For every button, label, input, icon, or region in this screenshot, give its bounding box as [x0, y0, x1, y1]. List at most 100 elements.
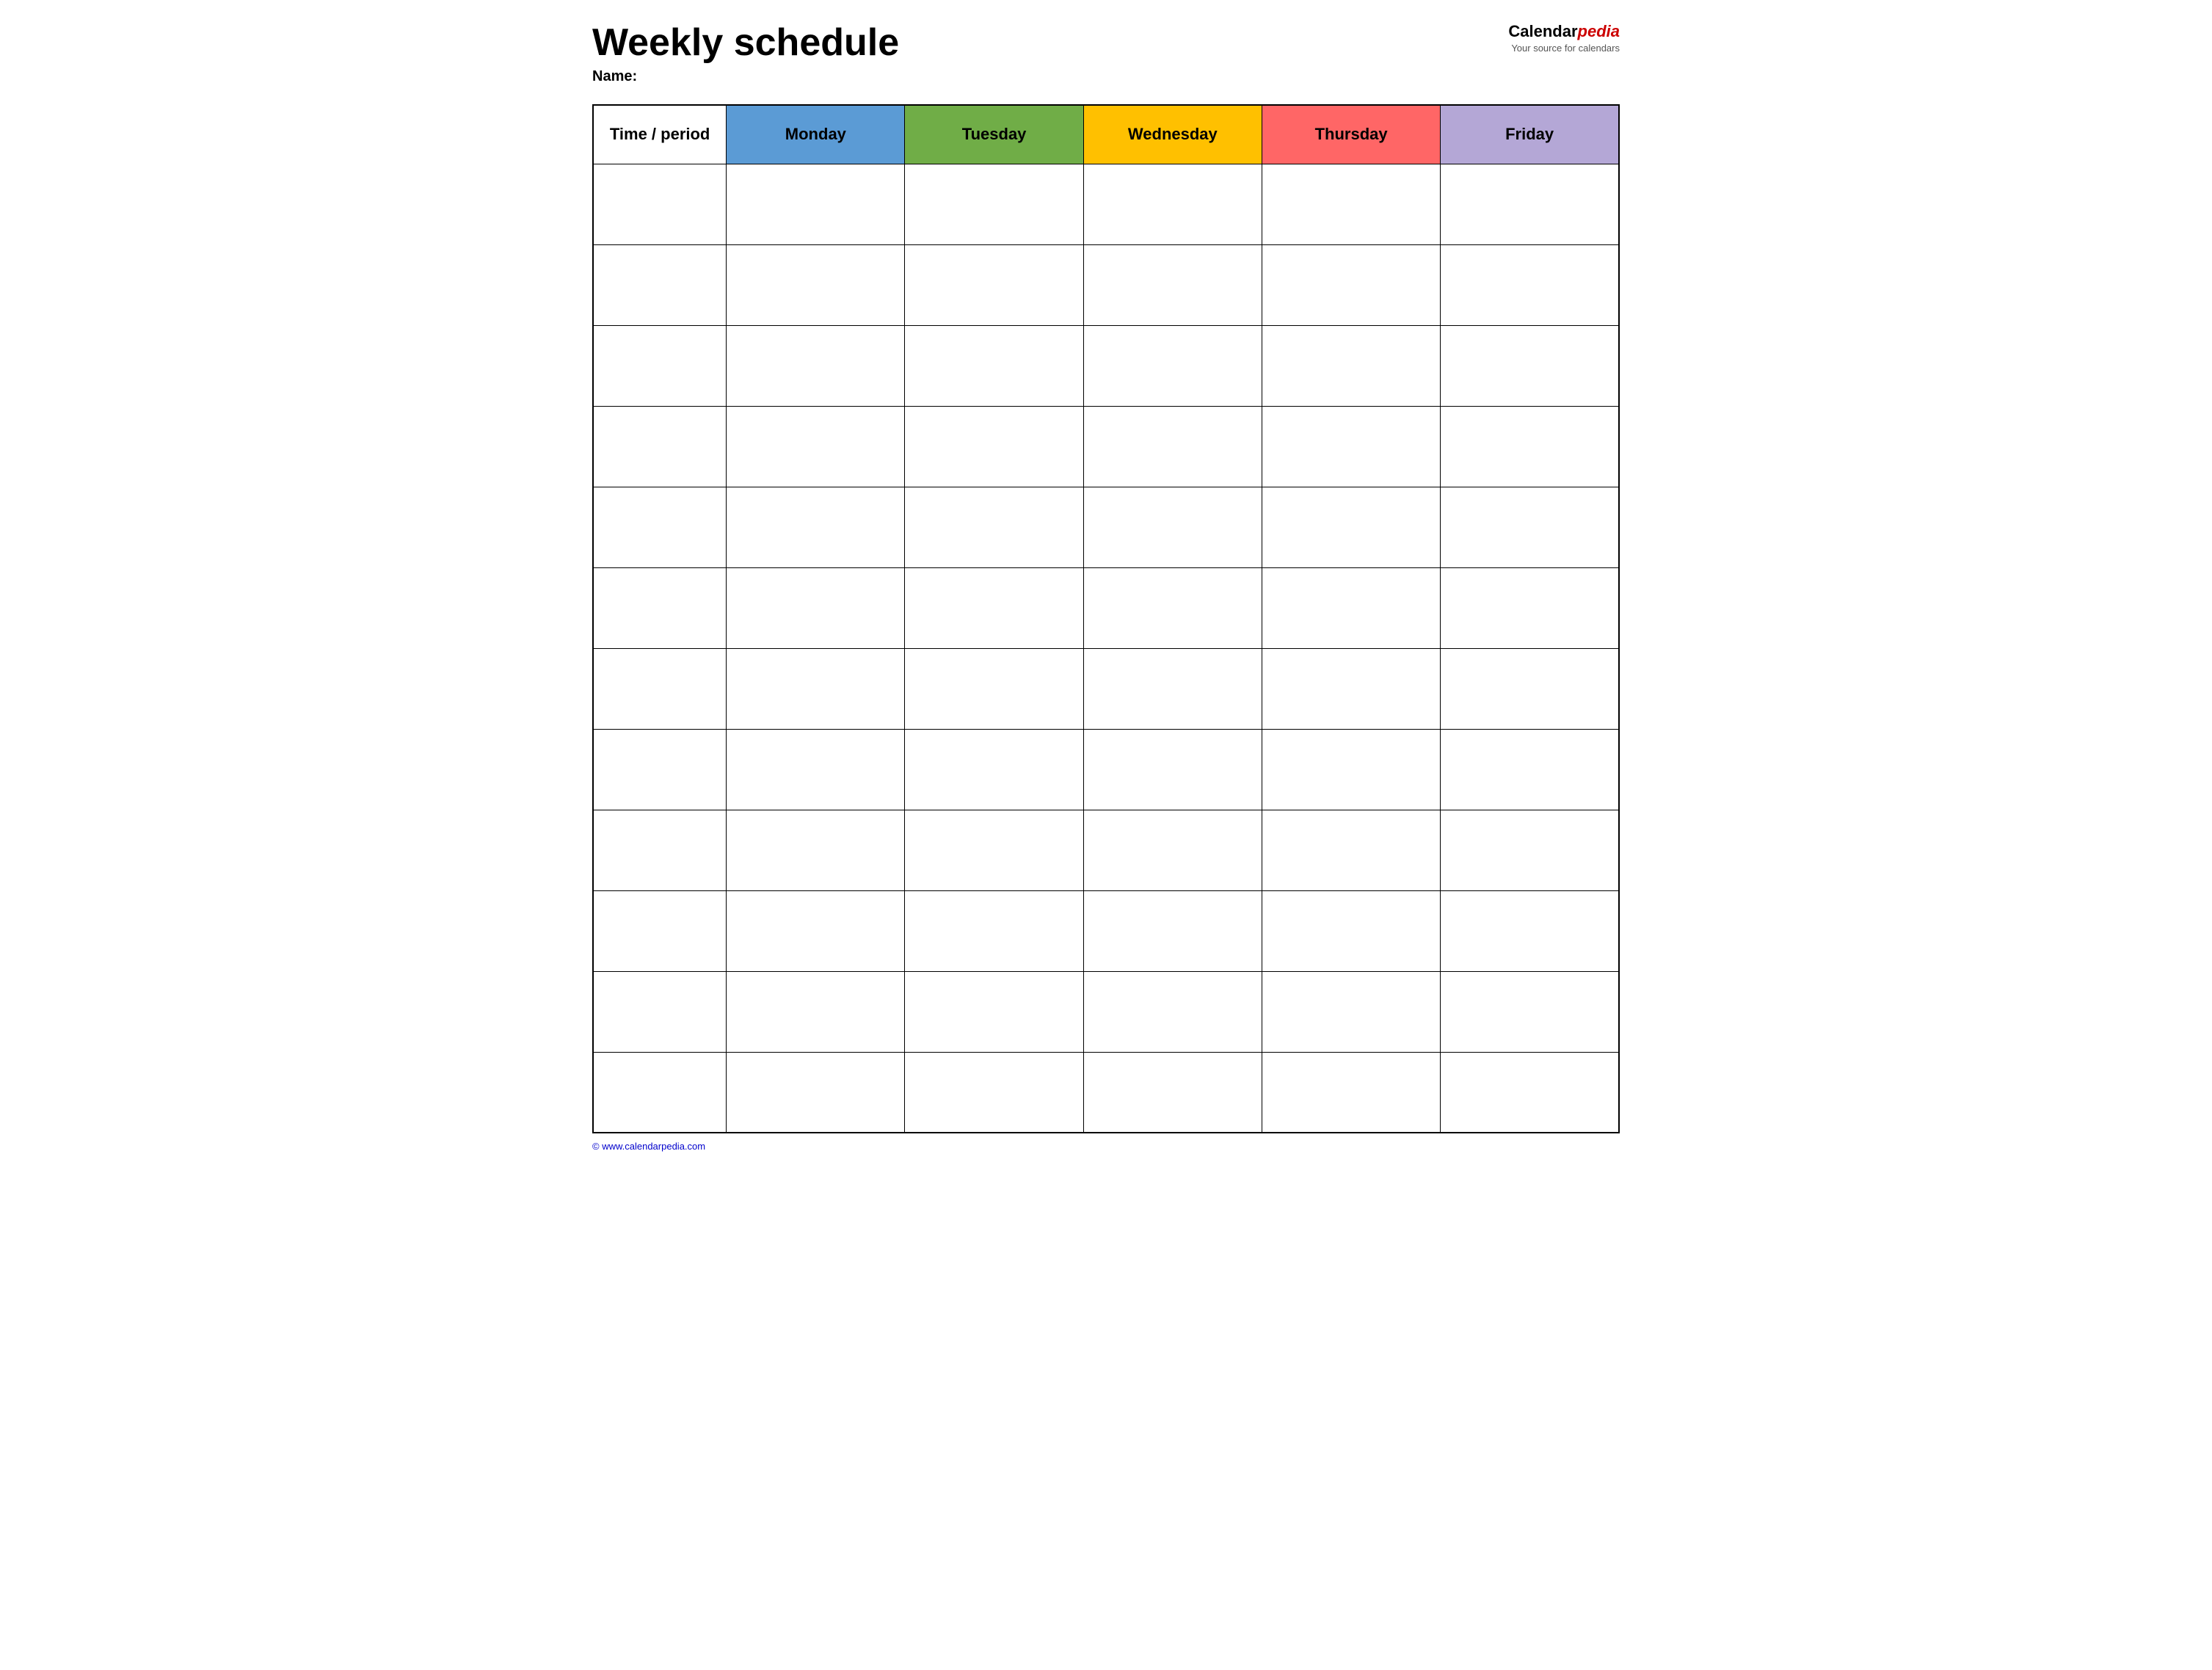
- time-cell[interactable]: [593, 244, 727, 325]
- schedule-cell[interactable]: [727, 810, 905, 890]
- schedule-cell[interactable]: [905, 729, 1083, 810]
- schedule-cell[interactable]: [727, 729, 905, 810]
- schedule-cell[interactable]: [727, 406, 905, 487]
- schedule-cell[interactable]: [1262, 244, 1440, 325]
- schedule-cell[interactable]: [1262, 325, 1440, 406]
- schedule-cell[interactable]: [905, 325, 1083, 406]
- schedule-cell[interactable]: [1083, 971, 1262, 1052]
- page-title: Weekly schedule: [592, 22, 1508, 64]
- logo-text: Calendarpedia: [1508, 22, 1620, 41]
- name-label: Name:: [592, 68, 1508, 85]
- time-cell[interactable]: [593, 325, 727, 406]
- header-friday: Friday: [1441, 105, 1619, 164]
- schedule-cell[interactable]: [905, 648, 1083, 729]
- schedule-cell[interactable]: [1441, 325, 1619, 406]
- schedule-cell[interactable]: [1441, 648, 1619, 729]
- schedule-cell[interactable]: [1262, 406, 1440, 487]
- table-row: [593, 810, 1619, 890]
- header-thursday: Thursday: [1262, 105, 1440, 164]
- table-row: [593, 164, 1619, 244]
- schedule-cell[interactable]: [1441, 1052, 1619, 1133]
- schedule-cell[interactable]: [727, 325, 905, 406]
- table-row: [593, 406, 1619, 487]
- schedule-cell[interactable]: [727, 244, 905, 325]
- schedule-cell[interactable]: [1083, 325, 1262, 406]
- schedule-cell[interactable]: [1262, 1052, 1440, 1133]
- time-cell[interactable]: [593, 487, 727, 567]
- table-row: [593, 567, 1619, 648]
- schedule-cell[interactable]: [1441, 810, 1619, 890]
- schedule-cell[interactable]: [1262, 729, 1440, 810]
- table-row: [593, 729, 1619, 810]
- table-row: [593, 244, 1619, 325]
- schedule-cell[interactable]: [1441, 244, 1619, 325]
- table-row: [593, 1052, 1619, 1133]
- schedule-cell[interactable]: [1262, 971, 1440, 1052]
- table-header-row: Time / period Monday Tuesday Wednesday T…: [593, 105, 1619, 164]
- schedule-cell[interactable]: [1083, 729, 1262, 810]
- time-cell[interactable]: [593, 810, 727, 890]
- schedule-cell[interactable]: [905, 567, 1083, 648]
- schedule-cell[interactable]: [1083, 244, 1262, 325]
- schedule-cell[interactable]: [905, 890, 1083, 971]
- schedule-cell[interactable]: [727, 648, 905, 729]
- schedule-cell[interactable]: [727, 890, 905, 971]
- schedule-cell[interactable]: [1262, 810, 1440, 890]
- schedule-cell[interactable]: [1083, 567, 1262, 648]
- footer-area: © www.calendarpedia.com: [592, 1141, 1620, 1152]
- schedule-table: Time / period Monday Tuesday Wednesday T…: [592, 104, 1620, 1133]
- schedule-cell[interactable]: [1083, 890, 1262, 971]
- schedule-cell[interactable]: [1083, 164, 1262, 244]
- schedule-cell[interactable]: [727, 971, 905, 1052]
- schedule-cell[interactable]: [727, 567, 905, 648]
- time-cell[interactable]: [593, 971, 727, 1052]
- title-area: Weekly schedule Name:: [592, 22, 1508, 97]
- schedule-cell[interactable]: [727, 1052, 905, 1133]
- time-cell[interactable]: [593, 729, 727, 810]
- schedule-cell[interactable]: [905, 487, 1083, 567]
- schedule-cell[interactable]: [905, 1052, 1083, 1133]
- schedule-cell[interactable]: [1441, 164, 1619, 244]
- schedule-cell[interactable]: [905, 810, 1083, 890]
- schedule-cell[interactable]: [1441, 567, 1619, 648]
- logo-calendar: Calendar: [1508, 22, 1577, 40]
- schedule-cell[interactable]: [1441, 729, 1619, 810]
- header-time: Time / period: [593, 105, 727, 164]
- schedule-cell[interactable]: [727, 487, 905, 567]
- schedule-cell[interactable]: [1441, 406, 1619, 487]
- page-container: Weekly schedule Name: Calendarpedia Your…: [592, 22, 1620, 1152]
- schedule-cell[interactable]: [905, 406, 1083, 487]
- header-wednesday: Wednesday: [1083, 105, 1262, 164]
- time-cell[interactable]: [593, 567, 727, 648]
- schedule-cell[interactable]: [1083, 648, 1262, 729]
- header-area: Weekly schedule Name: Calendarpedia Your…: [592, 22, 1620, 97]
- table-row: [593, 890, 1619, 971]
- schedule-cell[interactable]: [1083, 406, 1262, 487]
- schedule-cell[interactable]: [727, 164, 905, 244]
- schedule-body: [593, 164, 1619, 1133]
- time-cell[interactable]: [593, 406, 727, 487]
- time-cell[interactable]: [593, 1052, 727, 1133]
- table-row: [593, 648, 1619, 729]
- schedule-cell[interactable]: [1262, 648, 1440, 729]
- schedule-cell[interactable]: [1441, 971, 1619, 1052]
- schedule-cell[interactable]: [905, 244, 1083, 325]
- schedule-cell[interactable]: [905, 971, 1083, 1052]
- table-row: [593, 325, 1619, 406]
- footer-copyright: © www.calendarpedia.com: [592, 1141, 705, 1152]
- time-cell[interactable]: [593, 648, 727, 729]
- schedule-cell[interactable]: [1441, 487, 1619, 567]
- time-cell[interactable]: [593, 164, 727, 244]
- schedule-cell[interactable]: [1441, 890, 1619, 971]
- schedule-cell[interactable]: [1262, 890, 1440, 971]
- schedule-cell[interactable]: [905, 164, 1083, 244]
- schedule-cell[interactable]: [1262, 164, 1440, 244]
- time-cell[interactable]: [593, 890, 727, 971]
- schedule-cell[interactable]: [1262, 567, 1440, 648]
- schedule-cell[interactable]: [1083, 487, 1262, 567]
- schedule-cell[interactable]: [1083, 1052, 1262, 1133]
- logo-area: Calendarpedia Your source for calendars: [1508, 22, 1620, 54]
- schedule-cell[interactable]: [1262, 487, 1440, 567]
- table-row: [593, 971, 1619, 1052]
- schedule-cell[interactable]: [1083, 810, 1262, 890]
